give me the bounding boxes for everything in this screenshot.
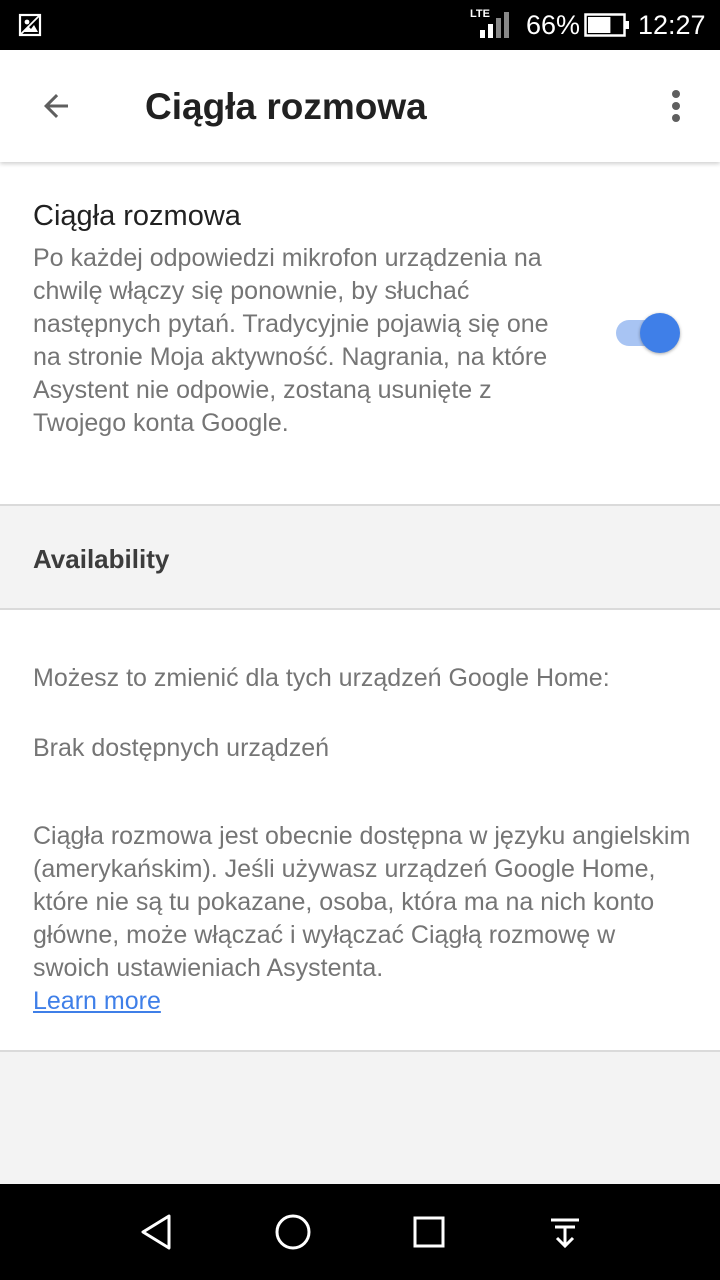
battery-icon — [584, 13, 629, 37]
nav-notification-button[interactable] — [539, 1206, 591, 1258]
signal-icon — [480, 12, 509, 38]
home-circle-icon — [275, 1214, 311, 1250]
continued-conversation-toggle[interactable] — [614, 313, 684, 353]
availability-heading: Availability — [33, 544, 170, 574]
back-arrow-icon — [44, 94, 68, 118]
continued-conversation-setting[interactable]: Ciągła rozmowa Po każdej odpowiedzi mikr… — [0, 162, 720, 506]
nav-home-button[interactable] — [267, 1206, 319, 1258]
no-devices-text: Brak dostępnych urządzeń — [33, 734, 330, 762]
app-bar: Ciągła rozmowa — [0, 50, 720, 162]
navigation-bar — [0, 1184, 720, 1280]
setting-title: Ciągła rozmowa — [33, 200, 241, 232]
notification-pulldown-icon — [551, 1218, 579, 1249]
more-options-button[interactable] — [652, 80, 700, 132]
learn-more-link[interactable]: Learn more — [33, 987, 161, 1015]
setting-description: Po każdej odpowiedzi mikrofon urządzenia… — [33, 244, 549, 437]
toggle-thumb — [640, 313, 680, 353]
devices-intro-text: Możesz to zmienić dla tych urządzeń Goog… — [33, 664, 610, 692]
more-vert-icon — [672, 90, 680, 122]
status-bar: LTE 66% 12:27 — [0, 0, 720, 50]
back-button[interactable] — [26, 80, 86, 132]
availability-content: Możesz to zmienić dla tych urządzeń Goog… — [0, 610, 720, 1052]
gallery-notification-icon — [18, 13, 42, 37]
availability-info-text: Ciągła rozmowa jest obecnie dostępna w j… — [33, 820, 698, 1018]
availability-info-body: Ciągła rozmowa jest obecnie dostępna w j… — [33, 822, 691, 982]
availability-section-header: Availability — [0, 506, 720, 610]
nav-recents-button[interactable] — [403, 1206, 455, 1258]
back-triangle-icon — [141, 1214, 171, 1250]
clock: 12:27 — [638, 10, 706, 40]
nav-back-button[interactable] — [131, 1206, 183, 1258]
page-title: Ciągła rozmowa — [145, 86, 427, 127]
recents-square-icon — [413, 1216, 445, 1248]
screen: LTE 66% 12:27 Ciągła rozmowa Ciągła rozm… — [0, 0, 720, 1280]
battery-percent: 66% — [526, 10, 581, 40]
